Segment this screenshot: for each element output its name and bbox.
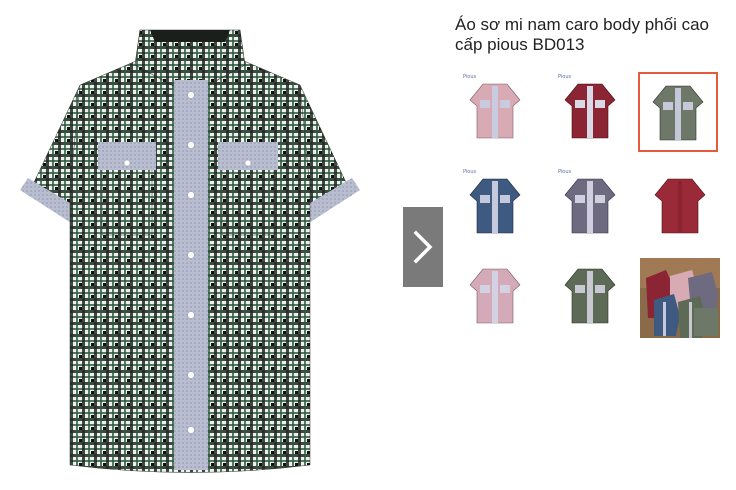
thumb-shirts-bundle-photo — [640, 258, 720, 338]
thumb-olive-plaid — [564, 268, 616, 324]
thumbnail-7[interactable] — [455, 255, 535, 335]
thumb-gray-purple-plaid — [564, 178, 616, 234]
thumb-blue-plaid — [469, 178, 521, 234]
next-image-button[interactable] — [403, 207, 443, 287]
thumb-pink-white-plaid — [469, 268, 521, 324]
main-shirt-illustration — [20, 29, 360, 473]
thumbnail-9[interactable] — [640, 258, 720, 338]
thumbnail-8[interactable] — [550, 255, 630, 335]
thumbnail-4[interactable]: Pious — [455, 165, 535, 245]
brand-label: Pious — [463, 74, 477, 80]
thumbnail-6[interactable] — [640, 165, 720, 245]
thumb-burgundy-shirt — [564, 83, 616, 139]
main-product-image[interactable] — [10, 10, 370, 480]
thumb-dark-red-shirt — [654, 178, 706, 234]
thumbnail-1[interactable]: Pious — [455, 70, 535, 150]
thumbnail-3-selected[interactable] — [638, 72, 718, 152]
brand-label: Pious — [558, 74, 572, 80]
thumbnail-2[interactable]: Pious — [550, 70, 630, 150]
thumbnail-grid: Pious Pious Pious Pious — [450, 70, 730, 340]
brand-label: Pious — [463, 169, 477, 175]
chevron-right-icon — [413, 230, 433, 264]
brand-label: Pious — [558, 169, 572, 175]
thumb-green-plaid — [652, 85, 704, 141]
thumb-red-white-plaid — [469, 83, 521, 139]
product-title: Áo sơ mi nam caro body phối cao cấp piou… — [455, 15, 709, 54]
thumbnail-5[interactable]: Pious — [550, 165, 630, 245]
